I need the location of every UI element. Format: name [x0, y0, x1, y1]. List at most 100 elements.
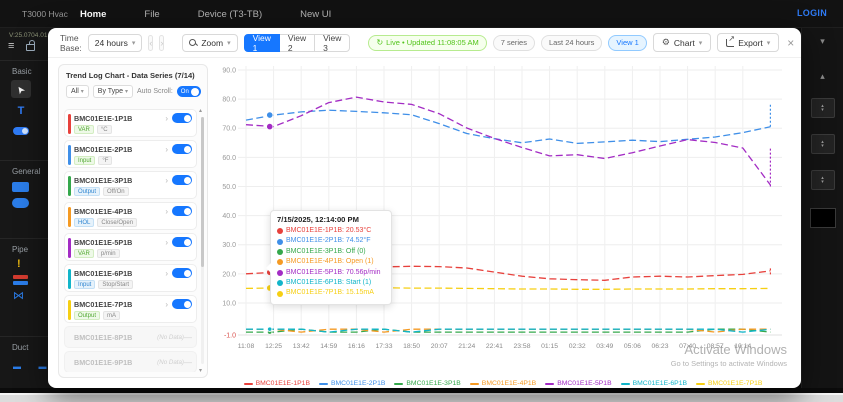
- dialog-toolbar: Time Base: 24 hours ▾ ‹ › Zoom ▾ View 1 Vie…: [48, 28, 801, 58]
- section-label[interactable]: Duct: [12, 343, 52, 352]
- view-tab-view2[interactable]: View 2: [278, 33, 316, 53]
- series-item[interactable]: BMC01E1E-5P1B › VAR p/min: [64, 233, 197, 261]
- series-tag: Output: [74, 187, 101, 196]
- expand-chevron-icon[interactable]: ›: [165, 269, 168, 278]
- number-stepper[interactable]: ▴ ▾: [810, 98, 835, 118]
- tooltip-series-value: BMC01E1E-2P1B: 74.52°F: [286, 237, 371, 245]
- text-tool[interactable]: T: [11, 102, 31, 120]
- time-base-select[interactable]: 24 hours ▾: [87, 33, 143, 52]
- legend-item[interactable]: BMC01E1E-6P1B: [620, 380, 687, 387]
- tooltip-row: BMC01E1E-7P1B: 15.15mA: [277, 288, 385, 298]
- expand-chevron-icon[interactable]: ›: [165, 300, 168, 309]
- series-tag: mA: [103, 311, 121, 320]
- view-tab-view1[interactable]: View 1: [243, 33, 280, 53]
- scroll-down-icon[interactable]: ▾: [199, 367, 202, 374]
- series-tag: Stop/Start: [98, 280, 134, 289]
- legend-item[interactable]: BMC01E1E-5P1B: [545, 380, 612, 387]
- filter-type-select[interactable]: By Type ▾: [92, 85, 133, 98]
- series-visibility-toggle[interactable]: [172, 206, 192, 216]
- series-item[interactable]: BMC01E1E-4P1B › HOL Close/Open: [64, 202, 197, 230]
- series-visibility-toggle[interactable]: [172, 113, 192, 123]
- pipe-flow-icon[interactable]: [13, 275, 28, 286]
- expand-chevron-icon[interactable]: ›: [165, 176, 168, 185]
- nav-item-file[interactable]: File: [144, 9, 159, 20]
- screen: T3000 Hvac Home File Device (T3-TB) New UI …: [0, 0, 843, 402]
- panel-filters: All ▾ By Type ▾ Auto Scroll: On: [66, 85, 207, 98]
- legend-item[interactable]: BMC01E1E-1P1B: [243, 380, 310, 387]
- expand-chevron-icon[interactable]: ›: [165, 145, 168, 154]
- next-range-button[interactable]: ›: [159, 34, 165, 51]
- valve-icon[interactable]: ⋈: [13, 289, 24, 302]
- series-item[interactable]: BMC01E1E-2P1B › Input °F: [64, 140, 197, 168]
- legend-item[interactable]: BMC01E1E-4P1B: [469, 380, 536, 387]
- expand-chevron-icon[interactable]: ›: [165, 114, 168, 123]
- series-tag: Input: [74, 280, 96, 289]
- prev-range-button[interactable]: ‹: [148, 34, 154, 51]
- section-label[interactable]: Pipe: [12, 245, 52, 254]
- series-item[interactable]: BMC01E1E-7P1B › Output mA: [64, 295, 197, 323]
- section-label[interactable]: General: [12, 167, 52, 176]
- svg-text:10:14: 10:14: [734, 343, 751, 350]
- svg-text:05:06: 05:06: [624, 343, 641, 350]
- duct-segment-icon[interactable]: ▬: [38, 362, 46, 371]
- svg-text:40.0: 40.0: [222, 213, 236, 220]
- auto-scroll-toggle[interactable]: On: [176, 86, 201, 97]
- legend-item[interactable]: BMC01E1E-3P1B: [394, 380, 461, 387]
- series-item-disabled: BMC01E1E-9P1B (No Data) —: [64, 351, 197, 372]
- color-swatch[interactable]: [809, 208, 836, 228]
- series-visibility-toggle[interactable]: [172, 268, 192, 278]
- expand-chevron-icon[interactable]: ›: [165, 207, 168, 216]
- chevron-down-icon: ▾: [227, 39, 231, 47]
- series-visibility-toggle[interactable]: [172, 299, 192, 309]
- rounded-shape-icon[interactable]: [12, 198, 29, 208]
- toggle-tool-icon[interactable]: [13, 127, 29, 135]
- series-visibility-toggle[interactable]: [172, 144, 192, 154]
- scroll-up-icon[interactable]: ▴: [199, 107, 202, 114]
- legend-item[interactable]: BMC01E1E-7P1B: [696, 380, 762, 387]
- series-list-scrollbar[interactable]: ▴ ▾: [199, 107, 205, 374]
- svg-text:70.0: 70.0: [222, 126, 236, 133]
- zoom-select[interactable]: Zoom ▾: [182, 33, 238, 52]
- lock-icon[interactable]: [26, 40, 36, 51]
- duct-segment-icon[interactable]: ▬: [13, 362, 21, 371]
- legend-dash-icon: [469, 382, 479, 385]
- number-stepper[interactable]: ▴ ▾: [810, 170, 835, 190]
- chart-settings-button[interactable]: ⚙ Chart ▾: [652, 33, 712, 52]
- series-visibility-toggle[interactable]: [172, 237, 192, 247]
- hamburger-menu-icon[interactable]: ≡: [8, 41, 14, 52]
- series-visibility-toggle[interactable]: [172, 175, 192, 185]
- login-link[interactable]: LOGIN: [797, 8, 827, 18]
- chevron-down-icon[interactable]: ▾: [802, 36, 843, 47]
- chart-area[interactable]: 90.0 80.0 70.0 60.0 50.0 40.0 30.0 20.0 10.0 -1.0…: [212, 60, 794, 382]
- filter-all-select[interactable]: All ▾: [66, 85, 89, 98]
- nav-item-new-ui[interactable]: New UI: [300, 9, 331, 20]
- alert-tool-icon[interactable]: !: [17, 258, 52, 270]
- close-icon[interactable]: ×: [787, 36, 794, 50]
- series-item[interactable]: BMC01E1E-1P1B › VAR °C: [64, 109, 197, 137]
- nav-item-home[interactable]: Home: [80, 9, 106, 20]
- tooltip-series-value: BMC01E1E-5P1B: 70.56p/min: [286, 268, 381, 276]
- svg-text:11:08: 11:08: [238, 343, 255, 350]
- no-data-note: (No Data): [157, 359, 184, 366]
- view-tab-view3[interactable]: View 3: [314, 33, 351, 53]
- expand-chevron-icon[interactable]: ›: [165, 238, 168, 247]
- scrollbar-thumb[interactable]: [201, 117, 204, 267]
- svg-text:16:16: 16:16: [348, 343, 365, 350]
- series-item[interactable]: BMC01E1E-3P1B › Output Off/On: [64, 171, 197, 199]
- tooltip-row: BMC01E1E-3P1B: Off (0): [277, 247, 385, 257]
- section-label[interactable]: Basic: [12, 67, 52, 76]
- series-item[interactable]: BMC01E1E-6P1B › Input Stop/Start: [64, 264, 197, 292]
- rectangle-shape-icon[interactable]: [12, 182, 29, 192]
- export-button[interactable]: Export▾: [717, 33, 780, 52]
- number-stepper[interactable]: ▴ ▾: [810, 134, 835, 154]
- svg-text:21:24: 21:24: [458, 343, 475, 350]
- legend-item[interactable]: BMC01E1E-2P1B: [318, 380, 385, 387]
- series-color-bar: [68, 145, 71, 165]
- pointer-tool[interactable]: ➤: [11, 80, 31, 98]
- svg-text:50.0: 50.0: [222, 184, 236, 191]
- auto-scroll-label: Auto Scroll:: [136, 88, 173, 95]
- svg-text:12:25: 12:25: [265, 343, 282, 350]
- chevron-up-icon[interactable]: ▴: [802, 71, 843, 82]
- series-tag: HOL: [74, 218, 95, 227]
- nav-item-device-t3-tb-[interactable]: Device (T3-TB): [198, 9, 262, 20]
